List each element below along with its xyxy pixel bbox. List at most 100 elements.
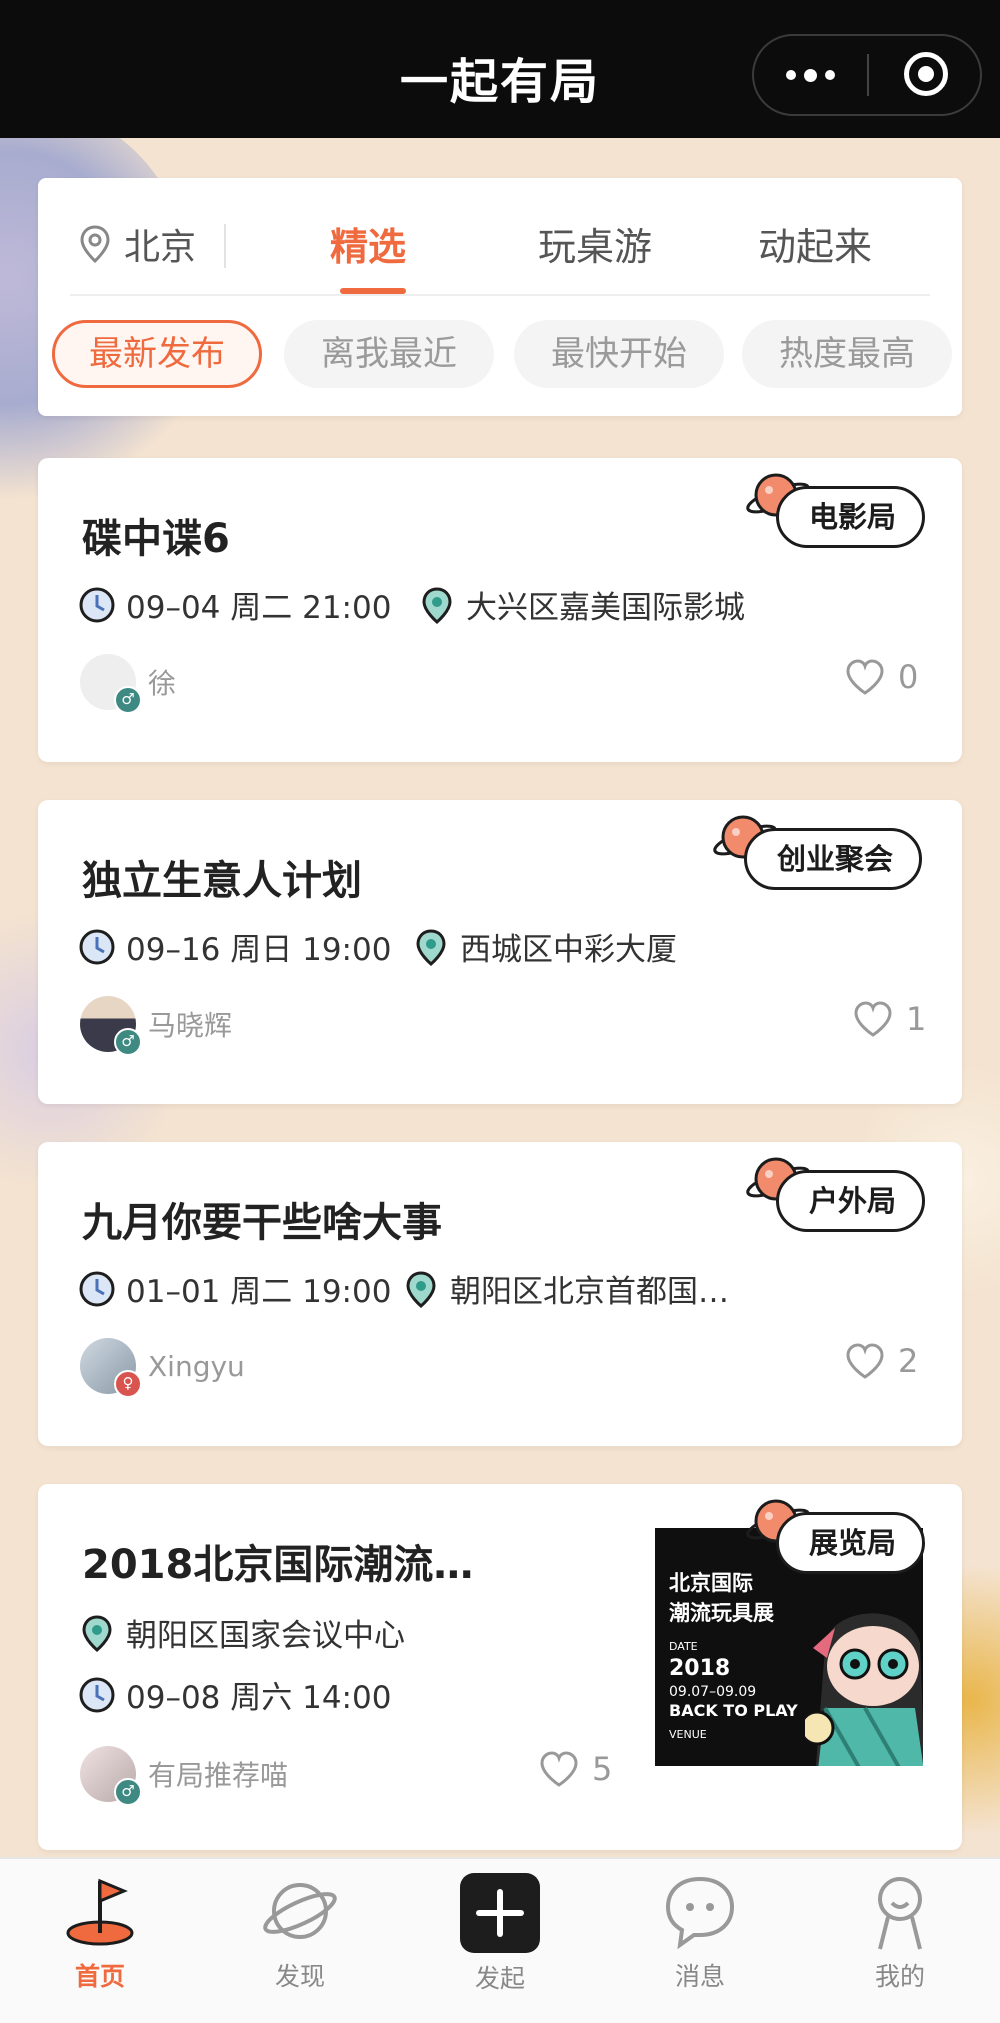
category-badge: 展览局 [776, 1512, 926, 1574]
location-pin-icon [80, 225, 110, 264]
event-author[interactable]: ♀ Xingyu [80, 1338, 245, 1398]
map-pin-icon [406, 1270, 436, 1308]
event-author[interactable]: ♂ 徐 [80, 654, 177, 714]
event-location: 朝阳区国家会议中心 [78, 1610, 405, 1655]
heart-icon [846, 659, 884, 695]
nav-home[interactable]: 首页 [20, 1873, 180, 1993]
like-button[interactable]: 2 [844, 1342, 918, 1380]
like-count: 1 [906, 1000, 927, 1038]
event-datetime: 09–16 周日 19:00 [78, 924, 391, 969]
event-title: 独立生意人计划 [82, 858, 362, 904]
filter-card: 北京 精选 玩桌游 动起来 最新发布 离我最近 最快开始 热度最高 [38, 178, 962, 416]
map-pin-icon [82, 1614, 112, 1652]
bottom-navigation: 首页 发现 发起 消息 我的 [0, 1857, 1000, 2023]
event-card[interactable]: 2018北京国际潮流… 朝阳区国家会议中心 09–08 周六 14:00 ♂ 有… [38, 1484, 962, 1850]
city-label: 北京 [124, 227, 197, 268]
event-location-text: 朝阳区北京首都国… [450, 1274, 729, 1310]
poster-title-line1: 北京国际 [669, 1571, 753, 1595]
event-datetime: 09–08 周六 14:00 [78, 1672, 391, 1717]
event-location-text: 朝阳区国家会议中心 [126, 1618, 405, 1654]
nav-create[interactable]: 发起 [420, 1873, 580, 1995]
more-options-icon[interactable] [754, 36, 866, 114]
mini-program-capsule [752, 34, 982, 116]
plus-icon [460, 1873, 540, 1953]
like-count: 5 [592, 1750, 613, 1788]
like-button[interactable]: 1 [852, 1000, 926, 1038]
map-pin-icon [416, 928, 446, 966]
event-datetime-text: 09–04 周二 21:00 [126, 590, 392, 626]
nav-profile[interactable]: 我的 [820, 1873, 980, 1993]
event-location-text: 大兴区嘉美国际影城 [466, 590, 745, 626]
event-datetime: 09–04 周二 21:00 [78, 582, 391, 627]
avatar: ♀ [80, 1338, 142, 1398]
event-title: 碟中谍6 [82, 516, 230, 562]
golf-flag-icon [66, 1878, 134, 1946]
poster-year: 2018 [669, 1656, 731, 1681]
sort-latest[interactable]: 最新发布 [52, 320, 262, 388]
event-datetime-text: 09–08 周六 14:00 [126, 1680, 392, 1716]
event-card[interactable]: 碟中谍6 09–04 周二 21:00 大兴区嘉美国际影城 ♂ 徐 0 电影局 [38, 458, 962, 762]
avatar: ♂ [80, 1746, 142, 1806]
clock-icon [79, 1677, 115, 1712]
female-icon: ♀ [114, 1370, 142, 1398]
clock-icon [79, 929, 115, 964]
nav-create-label: 发起 [474, 1964, 525, 1993]
top-bar: 一起有局 [0, 0, 1000, 138]
event-datetime-text: 09–16 周日 19:00 [126, 932, 392, 968]
male-icon: ♂ [114, 686, 142, 714]
author-name: 徐 [148, 667, 177, 700]
event-location-text: 西城区中彩大厦 [460, 932, 677, 968]
event-location: 朝阳区北京首都国… [402, 1266, 729, 1311]
event-card[interactable]: 独立生意人计划 09–16 周日 19:00 西城区中彩大厦 ♂ 马晓辉 1 创… [38, 800, 962, 1104]
like-count: 2 [898, 1342, 919, 1380]
active-tab-underline [340, 288, 406, 294]
event-title: 2018北京国际潮流… [82, 1542, 474, 1588]
event-datetime-text: 01–01 周二 19:00 [126, 1274, 392, 1310]
tab-sports[interactable]: 动起来 [758, 216, 872, 271]
tab-featured[interactable]: 精选 [330, 216, 406, 271]
category-badge: 创业聚会 [744, 828, 923, 890]
poster-tagline: BACK TO PLAY [669, 1701, 798, 1720]
event-card[interactable]: 九月你要干些啥大事 01–01 周二 19:00 朝阳区北京首都国… ♀ Xin… [38, 1142, 962, 1446]
close-target-icon[interactable] [904, 52, 948, 96]
poster-date-range: 09.07–09.09 [669, 1684, 757, 1700]
profile-icon [878, 1877, 922, 1950]
heart-icon [854, 1001, 892, 1037]
poster-title: 北京国际 潮流玩具展 [669, 1568, 774, 1628]
city-selector[interactable]: 北京 [78, 218, 196, 270]
tab-board-games[interactable]: 玩桌游 [538, 216, 652, 271]
event-author[interactable]: ♂ 马晓辉 [80, 996, 233, 1056]
sort-nearest[interactable]: 离我最近 [284, 320, 494, 388]
event-author[interactable]: ♂ 有局推荐喵 [80, 1746, 288, 1806]
event-datetime: 01–01 周二 19:00 [78, 1266, 391, 1311]
nav-messages-label: 消息 [674, 1962, 725, 1991]
map-pin-icon [422, 586, 452, 624]
clock-icon [79, 1271, 115, 1306]
sort-soonest[interactable]: 最快开始 [514, 320, 724, 388]
male-icon: ♂ [114, 1778, 142, 1806]
author-name: 马晓辉 [148, 1009, 233, 1042]
like-button[interactable]: 0 [844, 658, 918, 696]
planet-icon [263, 1883, 337, 1939]
category-badge: 电影局 [776, 486, 926, 548]
male-icon: ♂ [114, 1028, 142, 1056]
poster-venue-label: VENUE [669, 1728, 707, 1741]
filter-divider [70, 294, 930, 296]
nav-discover-label: 发现 [274, 1962, 325, 1991]
avatar: ♂ [80, 996, 142, 1056]
like-count: 0 [898, 658, 919, 696]
clock-icon [79, 587, 115, 622]
nav-home-label: 首页 [74, 1962, 125, 1991]
category-badge: 户外局 [776, 1170, 926, 1232]
nav-messages[interactable]: 消息 [620, 1873, 780, 1993]
nav-discover[interactable]: 发现 [220, 1873, 380, 1993]
poster-title-line2: 潮流玩具展 [669, 1601, 774, 1625]
poster-character-illustration [805, 1613, 923, 1766]
heart-icon [846, 1343, 884, 1379]
avatar: ♂ [80, 654, 142, 714]
author-name: Xingyu [148, 1349, 245, 1383]
capsule-divider [867, 54, 869, 96]
sort-hottest[interactable]: 热度最高 [742, 320, 952, 388]
like-button[interactable]: 5 [538, 1750, 612, 1788]
chat-bubble-icon [665, 1876, 735, 1950]
